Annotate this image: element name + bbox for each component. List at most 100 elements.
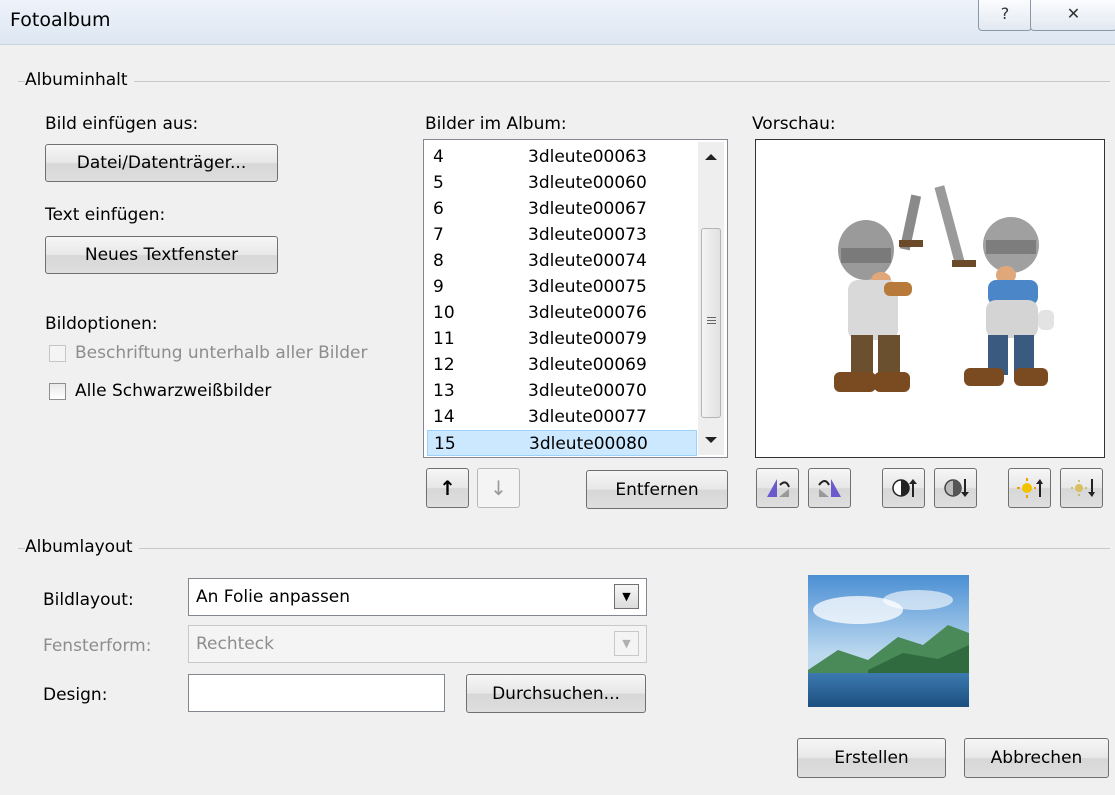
album-list-item[interactable]: 13 3dleute00070 xyxy=(427,378,697,404)
item-number: 12 xyxy=(433,355,455,375)
file-disk-button[interactable]: Datei/Datenträger... xyxy=(45,144,278,182)
item-number: 8 xyxy=(433,251,444,271)
insert-text-label: Text einfügen: xyxy=(45,205,166,225)
album-list-item[interactable]: 12 3dleute00069 xyxy=(427,352,697,378)
album-list-item[interactable]: 6 3dleute00067 xyxy=(427,196,697,222)
scroll-down-icon[interactable] xyxy=(705,437,717,443)
album-list-item[interactable]: 4 3dleute00063 xyxy=(427,144,697,170)
item-filename: 3dleute00075 xyxy=(528,277,647,297)
create-button[interactable]: Erstellen xyxy=(797,738,946,778)
knight-right-figure xyxy=(934,185,1054,386)
brightness-up-button[interactable] xyxy=(1008,468,1051,508)
rotate-left-button[interactable] xyxy=(756,468,799,508)
item-filename: 3dleute00077 xyxy=(528,407,647,427)
rotate-right-icon xyxy=(817,479,841,497)
picture-options-label: Bildoptionen: xyxy=(45,314,158,334)
item-number: 15 xyxy=(434,434,456,454)
content-group-title: Albuminhalt xyxy=(25,70,134,90)
frame-shape-value: Rechteck xyxy=(196,634,274,654)
knight-left-figure xyxy=(834,194,923,392)
help-icon: ? xyxy=(1000,4,1010,23)
frame-shape-label: Fensterform: xyxy=(43,636,152,656)
item-number: 11 xyxy=(433,329,455,349)
layout-preview-thumbnail xyxy=(808,575,969,707)
frame-shape-dropdown-button[interactable]: ▼ xyxy=(614,631,639,656)
captions-label: Beschriftung unterhalb aller Bilder xyxy=(75,343,368,363)
picture-layout-select[interactable]: An Folie anpassen ▼ xyxy=(188,578,647,616)
item-filename: 3dleute00063 xyxy=(528,147,647,167)
arrow-up-icon: ↑ xyxy=(439,476,456,500)
frame-shape-select[interactable]: Rechteck ▼ xyxy=(188,625,647,663)
item-number: 13 xyxy=(433,381,455,401)
scroll-thumb[interactable] xyxy=(701,228,721,418)
brightness-down-button[interactable] xyxy=(1060,468,1103,508)
album-list-label: Bilder im Album: xyxy=(425,114,567,134)
design-label: Design: xyxy=(43,685,108,705)
album-list-item[interactable]: 8 3dleute00074 xyxy=(427,248,697,274)
move-down-button[interactable]: ↓ xyxy=(477,468,520,508)
grip-icon xyxy=(707,317,716,318)
new-textbox-button[interactable]: Neues Textfenster xyxy=(45,236,278,274)
album-list-item[interactable]: 7 3dleute00073 xyxy=(427,222,697,248)
move-up-button[interactable]: ↑ xyxy=(426,468,469,508)
cancel-button[interactable]: Abbrechen xyxy=(964,738,1109,778)
insert-picture-label: Bild einfügen aus: xyxy=(45,114,199,134)
album-list-item[interactable]: 5 3dleute00060 xyxy=(427,170,697,196)
item-number: 9 xyxy=(433,277,444,297)
landscape-image xyxy=(808,575,969,707)
item-number: 7 xyxy=(433,225,444,245)
contrast-up-button[interactable] xyxy=(882,468,925,508)
album-list-item[interactable]: 15 3dleute00080 xyxy=(427,430,697,456)
content-group-line xyxy=(18,81,1110,82)
contrast-down-button[interactable] xyxy=(934,468,977,508)
title-bar: Fotoalbum ? ✕ xyxy=(0,0,1115,45)
contrast-up-icon xyxy=(891,479,917,497)
chevron-down-icon: ▼ xyxy=(622,590,631,603)
album-list-item[interactable]: 11 3dleute00079 xyxy=(427,326,697,352)
browse-button[interactable]: Durchsuchen... xyxy=(466,674,646,713)
album-listbox[interactable]: 4 3dleute00063 5 3dleute00060 6 3dleute00067 7… xyxy=(423,139,728,458)
item-number: 5 xyxy=(433,173,444,193)
brightness-down-icon xyxy=(1070,479,1095,497)
item-filename: 3dleute00073 xyxy=(528,225,647,245)
rotate-right-button[interactable] xyxy=(808,468,851,508)
item-filename: 3dleute00080 xyxy=(529,434,648,454)
item-filename: 3dleute00060 xyxy=(528,173,647,193)
contrast-down-icon xyxy=(943,479,969,497)
item-number: 6 xyxy=(433,199,444,219)
preview-pane xyxy=(755,139,1105,458)
design-input[interactable] xyxy=(188,674,445,712)
album-list-item[interactable]: 14 3dleute00077 xyxy=(427,404,697,430)
item-number: 14 xyxy=(433,407,455,427)
item-filename: 3dleute00070 xyxy=(528,381,647,401)
help-button[interactable]: ? xyxy=(978,0,1032,31)
scroll-up-icon[interactable] xyxy=(705,154,717,160)
item-filename: 3dleute00067 xyxy=(528,199,647,219)
album-list-item[interactable]: 9 3dleute00075 xyxy=(427,274,697,300)
layout-group-title: Albumlayout xyxy=(25,537,139,557)
preview-picture xyxy=(834,185,1054,392)
bw-checkbox[interactable] xyxy=(49,383,66,400)
picture-layout-value: An Folie anpassen xyxy=(196,587,351,607)
preview-label: Vorschau: xyxy=(752,114,836,134)
item-filename: 3dleute00079 xyxy=(528,329,647,349)
picture-layout-dropdown-button[interactable]: ▼ xyxy=(614,584,639,609)
item-number: 10 xyxy=(433,303,455,323)
vertical-scrollbar[interactable] xyxy=(698,142,724,455)
captions-checkbox[interactable] xyxy=(49,345,66,362)
remove-button[interactable]: Entfernen xyxy=(586,470,728,509)
item-filename: 3dleute00074 xyxy=(528,251,647,271)
layout-group-line xyxy=(18,548,1110,549)
picture-layout-label: Bildlayout: xyxy=(43,590,134,610)
brightness-up-icon xyxy=(1016,478,1043,498)
bw-label: Alle Schwarzweißbilder xyxy=(75,381,272,401)
item-filename: 3dleute00069 xyxy=(528,355,647,375)
album-list-item[interactable]: 10 3dleute00076 xyxy=(427,300,697,326)
close-icon: ✕ xyxy=(1066,4,1081,23)
close-button[interactable]: ✕ xyxy=(1030,0,1115,31)
item-filename: 3dleute00076 xyxy=(528,303,647,323)
rotate-left-icon xyxy=(766,479,790,497)
window-title: Fotoalbum xyxy=(10,9,111,31)
chevron-down-icon: ▼ xyxy=(622,637,631,650)
arrow-down-icon: ↓ xyxy=(490,476,507,500)
